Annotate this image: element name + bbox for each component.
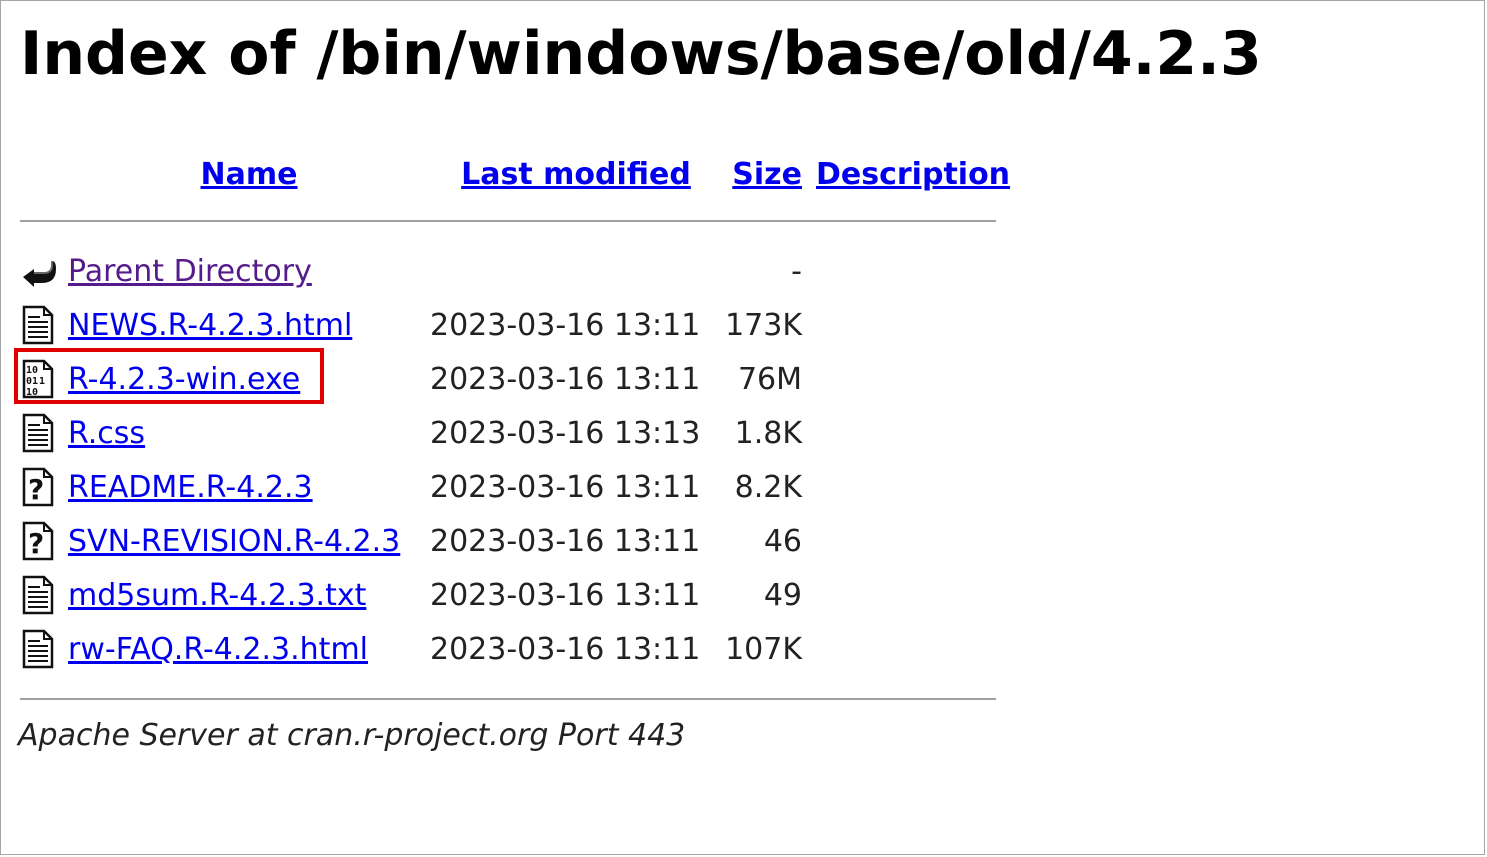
- size-cell: 46: [763, 523, 802, 559]
- directory-listing: Name Last modified Size Description Pare…: [20, 150, 1016, 722]
- text-file-icon: [20, 575, 56, 615]
- listing-row: ? README.R-4.2.3 2023-03-16 13:11 8.2K: [20, 460, 1016, 514]
- last-modified-cell: 2023-03-16 13:13: [430, 415, 701, 451]
- name-cell: README.R-4.2.3: [68, 460, 430, 514]
- icon-cell: [20, 406, 68, 460]
- listing-row: rw-FAQ.R-4.2.3.html 2023-03-16 13:11 107K: [20, 622, 1016, 676]
- description-cell: [802, 352, 1016, 406]
- description-cell: [802, 460, 1016, 514]
- file-link[interactable]: R.css: [68, 416, 145, 451]
- size-cell: 8.2K: [734, 469, 802, 505]
- description-cell: [802, 568, 1016, 622]
- size-cell: 173K: [725, 307, 802, 343]
- name-cell: md5sum.R-4.2.3.txt: [68, 568, 430, 622]
- text-file-icon: [20, 413, 56, 453]
- header-name-cell: Name: [68, 150, 430, 198]
- unknown-file-icon: ?: [20, 521, 56, 561]
- icon-cell: [20, 568, 68, 622]
- icon-cell: ?: [20, 514, 68, 568]
- back-icon: [20, 251, 56, 291]
- file-link[interactable]: NEWS.R-4.2.3.html: [68, 308, 352, 343]
- size-cell: 76M: [737, 361, 802, 397]
- name-cell: rw-FAQ.R-4.2.3.html: [68, 622, 430, 676]
- text-file-icon: [20, 629, 56, 669]
- name-cell: NEWS.R-4.2.3.html: [68, 298, 430, 352]
- sort-by-name-link[interactable]: Name: [201, 157, 298, 192]
- unknown-file-icon: ?: [20, 467, 56, 507]
- icon-cell: ?: [20, 460, 68, 514]
- size-cell: 1.8K: [734, 415, 802, 451]
- header-icon-cell: [20, 150, 68, 198]
- bottom-divider: [20, 698, 996, 700]
- listing-row: md5sum.R-4.2.3.txt 2023-03-16 13:11 49: [20, 568, 1016, 622]
- last-modified-cell: [430, 244, 722, 298]
- sort-by-last-modified-link[interactable]: Last modified: [461, 157, 691, 192]
- file-link[interactable]: README.R-4.2.3: [68, 470, 313, 505]
- size-cell: 49: [763, 577, 802, 613]
- listing-row: NEWS.R-4.2.3.html 2023-03-16 13:11 173K: [20, 298, 1016, 352]
- description-cell: [802, 514, 1016, 568]
- page-title: Index of /bin/windows/base/old/4.2.3: [20, 19, 1262, 89]
- icon-cell: [20, 298, 68, 352]
- svg-text:?: ?: [28, 473, 44, 506]
- icon-cell: [20, 244, 68, 298]
- description-cell: [802, 244, 1016, 298]
- file-link[interactable]: rw-FAQ.R-4.2.3.html: [68, 632, 368, 667]
- top-divider: [20, 220, 996, 222]
- description-cell: [802, 298, 1016, 352]
- size-cell: -: [791, 253, 802, 289]
- highlight-box: [14, 348, 324, 404]
- header-description-cell: Description: [802, 150, 1016, 198]
- sort-by-size-link[interactable]: Size: [732, 157, 802, 192]
- parent-directory-link[interactable]: Parent Directory: [68, 254, 312, 289]
- last-modified-cell: 2023-03-16 13:11: [430, 469, 701, 505]
- last-modified-cell: 2023-03-16 13:11: [430, 307, 701, 343]
- name-cell: R.css: [68, 406, 430, 460]
- server-signature: Apache Server at cran.r-project.org Port…: [18, 718, 686, 753]
- file-link[interactable]: md5sum.R-4.2.3.txt: [68, 578, 366, 613]
- last-modified-cell: 2023-03-16 13:11: [430, 523, 701, 559]
- description-cell: [802, 622, 1016, 676]
- listing-row: Parent Directory -: [20, 244, 1016, 298]
- icon-cell: [20, 622, 68, 676]
- listing-row: R.css 2023-03-16 13:13 1.8K: [20, 406, 1016, 460]
- last-modified-cell: 2023-03-16 13:11: [430, 361, 701, 397]
- size-cell: 107K: [725, 631, 802, 667]
- header-size-cell: Size: [722, 150, 802, 198]
- file-link[interactable]: SVN-REVISION.R-4.2.3: [68, 524, 400, 559]
- description-cell: [802, 406, 1016, 460]
- name-cell: SVN-REVISION.R-4.2.3: [68, 514, 430, 568]
- text-file-icon: [20, 305, 56, 345]
- svg-text:?: ?: [28, 527, 44, 560]
- last-modified-cell: 2023-03-16 13:11: [430, 577, 701, 613]
- last-modified-cell: 2023-03-16 13:11: [430, 631, 701, 667]
- name-cell: Parent Directory: [68, 244, 430, 298]
- listing-row: ? SVN-REVISION.R-4.2.3 2023-03-16 13:11 46: [20, 514, 1016, 568]
- header-date-cell: Last modified: [430, 150, 722, 198]
- sort-by-description-link[interactable]: Description: [816, 157, 1010, 192]
